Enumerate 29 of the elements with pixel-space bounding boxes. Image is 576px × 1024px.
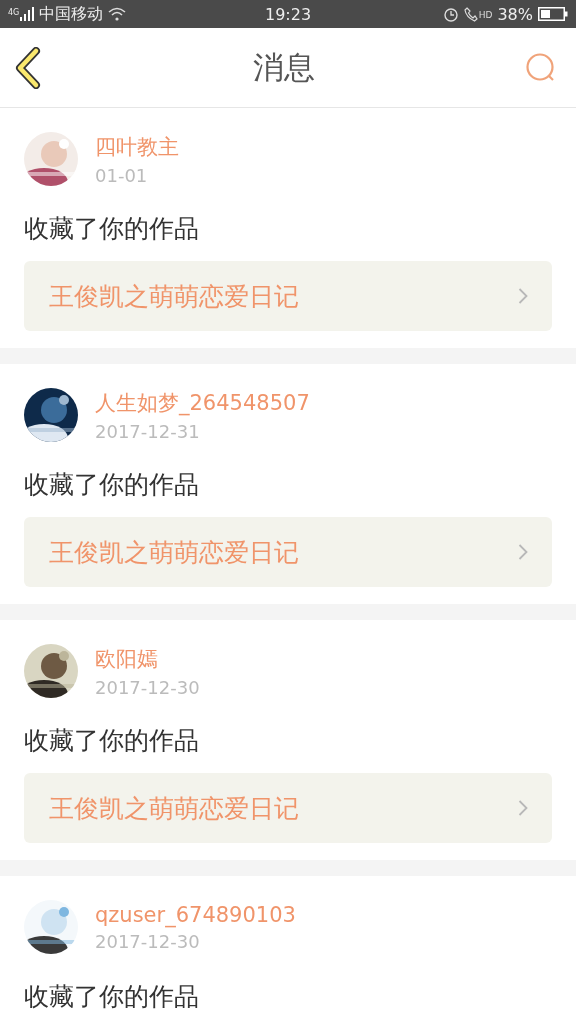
message-text: 收藏了你的作品 [24,725,200,757]
message-text: 收藏了你的作品 [24,469,200,501]
work-link[interactable]: 王俊凯之萌萌恋爱日记 [24,517,552,587]
message-date: 2017-12-31 [95,420,201,442]
wifi-icon [108,7,127,21]
hd-label: HD [478,9,493,20]
chevron-icon [518,543,528,561]
signal-icon [20,7,35,21]
phone-icon [463,6,478,22]
work-link[interactable]: 王俊凯之萌萌恋爱日记 [24,261,552,331]
message-date: 2017-12-30 [95,676,200,698]
battery-icon [538,7,568,21]
carrier-name: 中国移动 [39,3,104,25]
page-title: 消息 [253,47,315,87]
user-name[interactable]: 四叶教主 [95,132,179,161]
message-text: 收藏了你的作品 [24,981,200,1013]
message-date: 01-01 [95,164,149,186]
chevron-icon [518,287,528,305]
message-text: 收藏了你的作品 [24,213,200,245]
alarm-icon [442,6,459,22]
message-date: 2017-12-30 [95,930,201,952]
user-name[interactable]: qzuser_674890103 [95,902,296,927]
network-type: 4G [8,7,20,17]
chevron-icon [518,799,528,817]
clock-time: 19:23 [264,4,312,24]
work-link[interactable]: 王俊凯之萌萌恋爱日记 [24,773,552,843]
user-name[interactable]: 人生如梦_264548507 [95,388,310,417]
user-name[interactable]: 欧阳嫣 [95,644,200,673]
battery-percent: 38% [497,4,533,24]
